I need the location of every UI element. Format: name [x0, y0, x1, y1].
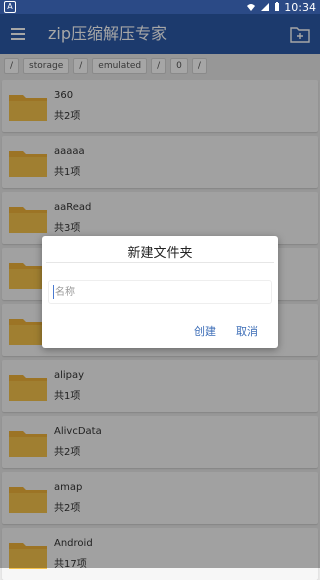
wifi-icon — [247, 4, 256, 11]
status-right: 10:34 — [246, 0, 316, 14]
create-button[interactable]: 创建 — [194, 323, 216, 339]
folder-name-field[interactable] — [48, 280, 272, 304]
status-bar: A 10:34 — [0, 0, 320, 14]
input-caret — [53, 285, 54, 299]
signal-icon — [261, 3, 270, 11]
status-time: 10:34 — [284, 0, 316, 14]
cancel-button[interactable]: 取消 — [236, 323, 258, 339]
dialog-title: 新建文件夹 — [127, 246, 193, 261]
folder-name-input[interactable] — [55, 283, 265, 301]
status-app-label: A — [7, 2, 13, 11]
battery-icon — [275, 2, 280, 11]
new-folder-dialog: 新建文件夹 创建 取消 — [42, 236, 278, 348]
status-app-icon: A — [4, 1, 16, 13]
dialog-divider — [46, 262, 274, 263]
